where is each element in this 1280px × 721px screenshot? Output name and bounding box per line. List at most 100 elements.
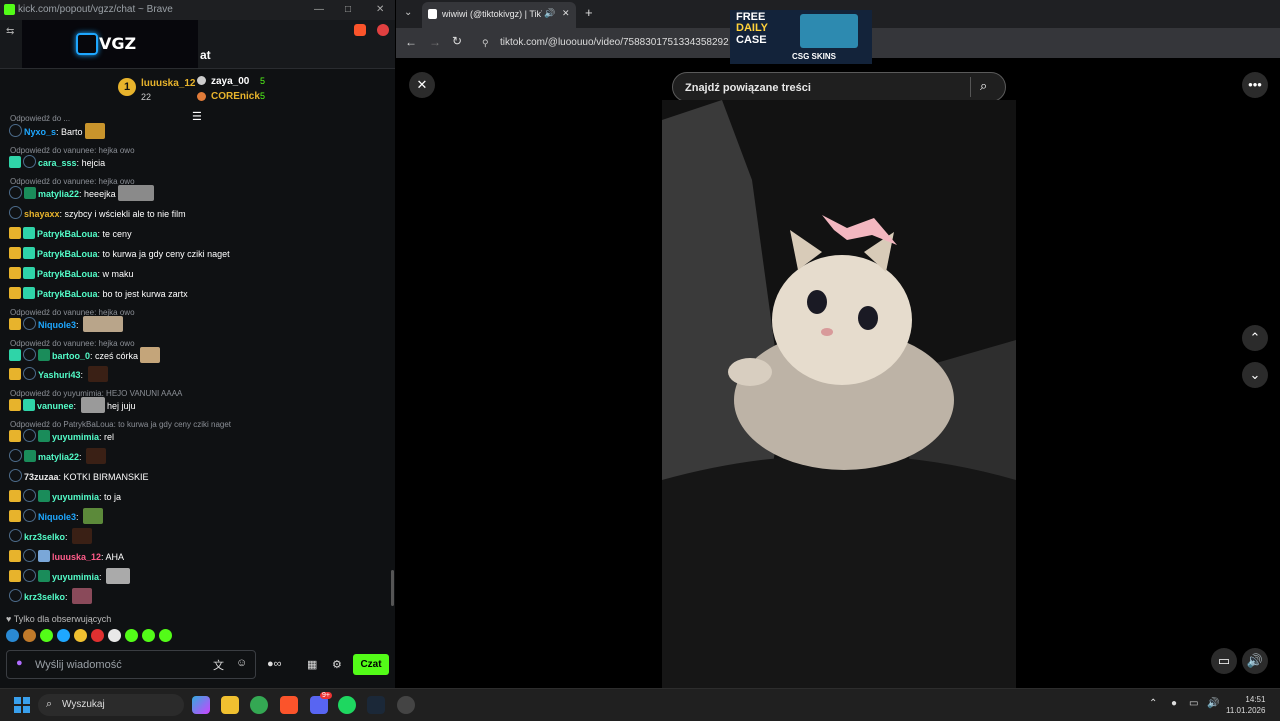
maximize-icon[interactable]: □ [345, 4, 351, 15]
volume-icon[interactable]: 🔊 [1242, 648, 1268, 674]
chat-message: luuuska_12: AHA [9, 548, 124, 566]
new-tab-icon[interactable]: + [585, 5, 593, 20]
chat-username[interactable]: PatrykBaLoua [37, 229, 98, 239]
chat-username[interactable]: PatrykBaLoua [37, 249, 98, 259]
file-explorer-icon[interactable] [221, 696, 239, 714]
message-input[interactable] [33, 656, 207, 674]
chat-username[interactable]: yuyumimia [52, 572, 99, 582]
tab-search-icon[interactable]: ⌄ [404, 7, 412, 18]
steam-icon[interactable] [367, 696, 385, 714]
points-icon[interactable]: ●∞ [267, 658, 282, 670]
settings-icon[interactable]: ⇆ [6, 26, 14, 37]
microphone-tray-icon[interactable]: ● [1171, 698, 1177, 709]
chat-username[interactable]: luuuska_12 [52, 552, 101, 562]
tab-tiktok[interactable]: wiwiwi (@tiktokivgz) | TikTok 🔊 ✕ [422, 2, 576, 28]
audio-playing-icon[interactable]: 🔊 [544, 8, 555, 19]
tiktok-favicon-icon [428, 9, 437, 19]
chat-username[interactable]: yuyumimia [52, 432, 99, 442]
previous-video-icon[interactable]: ⌃ [1242, 325, 1268, 351]
chat-username[interactable]: cara_sss [38, 158, 77, 168]
chat-message: 73zuzaa: KOTKI BIRMANSKIE [9, 468, 149, 486]
reload-icon[interactable]: ↻ [452, 34, 462, 48]
related-search-input[interactable] [683, 79, 967, 97]
chat-username[interactable]: Niquole3 [38, 512, 76, 522]
expand-icon[interactable]: ☰ [192, 110, 202, 123]
chat-username[interactable]: krz3selko [24, 532, 65, 542]
brave-icon[interactable] [280, 696, 298, 714]
gear-icon[interactable]: ⚙ [332, 658, 342, 671]
chat-username[interactable]: PatrykBaLoua [37, 289, 98, 299]
chat-username[interactable]: vanunee [37, 401, 74, 411]
minimize-icon[interactable]: — [314, 4, 324, 15]
brave-shield-icon[interactable] [354, 24, 366, 36]
taskbar-search[interactable]: ⌕ Wyszukaj [38, 694, 184, 716]
site-info-icon[interactable]: ⚲ [482, 38, 489, 49]
emote-option[interactable] [108, 629, 121, 642]
emote-image [106, 568, 131, 584]
chat-username[interactable]: matylia22 [38, 189, 79, 199]
channel-name: VGZ [99, 34, 137, 53]
more-options-icon[interactable]: ••• [1242, 72, 1268, 98]
emote-option[interactable] [125, 629, 138, 642]
picture-in-picture-icon[interactable]: ▭ [1211, 648, 1237, 674]
emote-option[interactable] [57, 629, 70, 642]
chat-scrollbar[interactable] [391, 570, 394, 606]
crown-badge-icon [9, 368, 21, 380]
ad-brand: CSG SKINS [792, 52, 837, 61]
send-chat-button[interactable]: Czat [353, 654, 389, 675]
close-icon[interactable]: ✕ [376, 4, 384, 15]
tray-chevron-icon[interactable]: ⌃ [1149, 698, 1157, 709]
chat-username[interactable]: Nyxo_s [24, 127, 56, 137]
emote-option[interactable] [91, 629, 104, 642]
csgo-skins-ad[interactable]: FREE DAILY CASE CSG SKINS [730, 10, 872, 64]
close-video-icon[interactable]: ✕ [409, 72, 435, 98]
spotify-icon[interactable] [338, 696, 356, 714]
microphone-icon[interactable]: ● [16, 657, 23, 669]
clock-date: 11.01.2026 [1226, 706, 1266, 715]
chat-username[interactable]: 73zuzaa [24, 472, 59, 482]
store-icon[interactable]: ▦ [307, 658, 317, 671]
badge-icon [23, 429, 36, 442]
notifications-icon[interactable] [377, 24, 389, 36]
chat-username[interactable]: krz3selko [24, 592, 65, 602]
chat-username[interactable]: Niquole3 [38, 320, 76, 330]
speaker-icon[interactable]: 🔊 [1207, 698, 1219, 709]
tab-close-icon[interactable]: ✕ [562, 8, 570, 19]
copilot-icon[interactable] [192, 696, 210, 714]
crown-badge-icon [9, 490, 21, 502]
emote-option[interactable] [74, 629, 87, 642]
chat-username[interactable]: matylia22 [38, 452, 79, 462]
emoji-icon[interactable]: ☺ [236, 657, 247, 669]
chrome-icon[interactable] [250, 696, 268, 714]
emote-option[interactable] [6, 629, 19, 642]
chat-message: Yashuri43: [9, 366, 108, 384]
translate-icon[interactable]: 文 [213, 657, 224, 673]
badge-icon [23, 509, 36, 522]
next-video-icon[interactable]: ⌄ [1242, 362, 1268, 388]
emote-option[interactable] [159, 629, 172, 642]
sub-badge-icon [23, 227, 35, 239]
badge-icon [23, 549, 36, 562]
app-icon[interactable] [397, 696, 415, 714]
sub-badge-icon [9, 156, 21, 168]
video-player[interactable] [662, 100, 1016, 688]
chat-username[interactable]: shayaxx [24, 209, 60, 219]
network-icon[interactable]: ▭ [1189, 698, 1198, 709]
gifter-name[interactable]: luuuska_12 [141, 78, 195, 89]
gifter-name[interactable]: COREnick [211, 91, 260, 102]
chat-username[interactable]: PatrykBaLoua [37, 269, 98, 279]
emote-option[interactable] [142, 629, 155, 642]
forward-icon[interactable]: → [429, 35, 441, 49]
discord-badge: 9+ [320, 692, 332, 699]
back-icon[interactable]: ← [405, 35, 417, 49]
emote-option[interactable] [40, 629, 53, 642]
start-button[interactable] [14, 697, 30, 713]
chat-message: yuyumimia: [9, 568, 131, 586]
chat-username[interactable]: bartoo_0 [52, 351, 90, 361]
search-icon[interactable]: ⌕ [980, 78, 987, 94]
chat-username[interactable]: yuyumimia [52, 492, 99, 502]
emote-option[interactable] [23, 629, 36, 642]
chat-username[interactable]: Yashuri43 [38, 370, 81, 380]
gifter-name[interactable]: zaya_00 [211, 76, 249, 87]
system-clock[interactable]: 14:51 11.01.2026 [1226, 694, 1265, 716]
